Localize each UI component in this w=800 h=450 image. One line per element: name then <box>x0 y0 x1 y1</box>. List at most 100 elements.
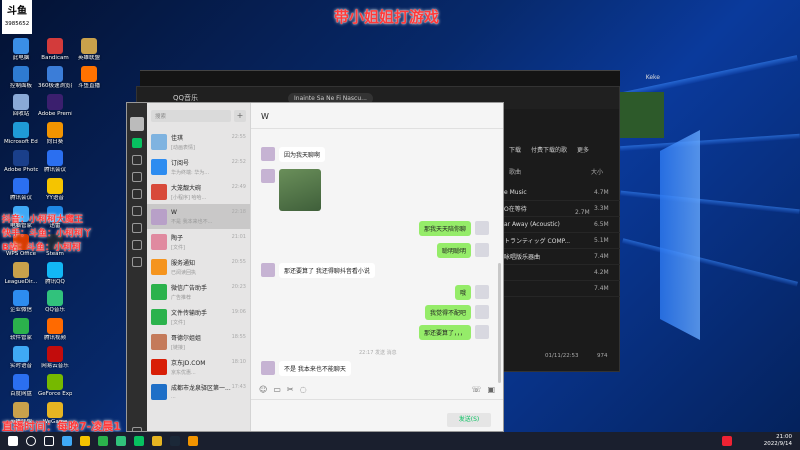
desktop-icon[interactable]: 360极速浏览器 <box>38 66 72 89</box>
sender-avatar[interactable] <box>261 169 275 183</box>
sender-avatar[interactable] <box>475 243 489 257</box>
song-row[interactable]: 7.4M <box>500 281 620 297</box>
chat-message[interactable]: 不是 我本来也不能聊天 <box>261 361 351 376</box>
desktop-icon[interactable]: YY语音 <box>38 178 72 201</box>
contact-item[interactable]: W 不是 我本来也不... 22:18 <box>147 204 250 229</box>
message-input[interactable]: 发送(S) <box>251 399 503 431</box>
contact-item[interactable]: 陶子 [文件] 21:01 <box>147 229 250 254</box>
desktop-icon[interactable]: 实时语音 <box>4 346 38 369</box>
taskbar-app-icon[interactable] <box>62 436 72 446</box>
task-view-icon[interactable] <box>44 436 54 446</box>
desktop-icon[interactable]: 此电脑 <box>4 38 38 61</box>
song-row[interactable]: ar Away (Acoustic) 6.5M <box>500 217 620 233</box>
ime-indicator[interactable] <box>722 436 732 446</box>
contact-item[interactable]: 大笼靓大碗 [小程序] 哈哈... 22:49 <box>147 179 250 204</box>
music-menu-item[interactable]: 付费下载的歌 <box>531 145 567 154</box>
desktop-icon[interactable]: Bandicam <box>38 38 72 61</box>
favorites-icon[interactable] <box>132 172 142 182</box>
desktop-icon[interactable]: 腾讯会议 <box>38 150 72 173</box>
song-row[interactable]: e Music 4.7M <box>500 185 620 201</box>
desktop-icon[interactable]: 腾讯会议 <box>4 178 38 201</box>
music-song-list[interactable]: e Music 4.7M O在等待 3.3M ar Away (Acoustic) 6.5… <box>500 185 620 297</box>
search-feature-icon[interactable] <box>132 257 142 267</box>
voice-call-icon[interactable]: ☏ <box>471 385 481 394</box>
desktop-icon[interactable]: 百度网盘 <box>4 374 38 397</box>
chat-message[interactable]: 那我天天陪你聊 <box>418 221 489 236</box>
desktop-icon[interactable]: Adobe Photosh... <box>4 150 38 173</box>
contact-item[interactable]: 服务通知 已阅读回执 20:55 <box>147 254 250 279</box>
desktop-icon[interactable]: 企业微信 <box>4 290 38 313</box>
image-message[interactable] <box>279 169 321 211</box>
song-row[interactable]: 咏唱版乐器曲 7.4M <box>500 249 620 265</box>
sender-avatar[interactable] <box>261 263 275 277</box>
files-icon[interactable] <box>132 189 142 199</box>
taskbar-app-icon[interactable] <box>170 436 180 446</box>
search-icon[interactable] <box>26 436 36 446</box>
music-player-topbar[interactable]: Keke <box>140 70 660 86</box>
send-button[interactable]: 发送(S) <box>447 413 491 427</box>
sender-avatar[interactable] <box>261 147 275 161</box>
desktop-icon[interactable]: 控制面板 <box>4 66 38 89</box>
user-avatar-icon[interactable] <box>130 117 144 131</box>
moments-icon[interactable] <box>132 206 142 216</box>
chat-history-icon[interactable]: ◌ <box>300 385 307 394</box>
music-user-name[interactable]: Keke <box>646 74 660 81</box>
contact-item[interactable]: 订阅号 华为终端: 华为... 22:52 <box>147 154 250 179</box>
chat-message[interactable]: 我觉得不配吧 <box>424 305 489 320</box>
contact-item[interactable]: 哥德尔姐姐 [链接] 18:55 <box>147 329 250 354</box>
chat-message[interactable]: 那还要算了，，， <box>418 325 489 340</box>
wechat-window[interactable]: 搜索 + 佳琪 [动画表情] 22:55 订阅号 华为终端: 华为... 22:52 大笼靓… <box>126 102 504 450</box>
chat-message[interactable]: 因为我天聊啊 <box>261 147 326 162</box>
desktop-icon[interactable]: 斗鱼直播 <box>72 66 106 89</box>
emoji-icon[interactable]: ☺ <box>259 385 267 394</box>
chat-message[interactable]: 聪明聪明 <box>436 243 489 258</box>
song-row[interactable]: 4.2M <box>500 265 620 281</box>
contact-item[interactable]: 微信广告助手 广告推荐 20:23 <box>147 279 250 304</box>
desktop-icon[interactable]: 向日葵 <box>38 122 72 145</box>
video-call-icon[interactable]: ▣ <box>487 385 495 394</box>
desktop-icon[interactable]: Adobe Premie... <box>38 94 72 117</box>
start-icon[interactable] <box>8 436 18 446</box>
music-menu-item[interactable]: 下载 <box>509 145 521 154</box>
music-menu-item[interactable]: 更多 <box>577 145 589 154</box>
sender-avatar[interactable] <box>261 361 275 375</box>
taskbar-app-icon[interactable] <box>152 436 162 446</box>
desktop-icon[interactable]: 腾讯QQ <box>38 262 72 285</box>
desktop-icon[interactable]: QQ音乐 <box>38 290 72 313</box>
mini-program-icon[interactable] <box>132 223 142 233</box>
contact-item[interactable]: 京东JD.COM 京东优惠... 18:10 <box>147 354 250 379</box>
desktop-icon[interactable]: 回收站 <box>4 94 38 117</box>
desktop-icon[interactable]: 网易云音乐 <box>38 346 72 369</box>
taskbar-app-icon[interactable] <box>98 436 108 446</box>
desktop-icon[interactable]: 英雄联盟 <box>72 38 106 61</box>
sender-avatar[interactable] <box>475 221 489 235</box>
contacts-icon[interactable] <box>132 155 142 165</box>
taskbar-app-icon[interactable] <box>134 436 144 446</box>
sender-avatar[interactable] <box>475 285 489 299</box>
sender-avatar[interactable] <box>475 305 489 319</box>
taskbar-app-icon[interactable] <box>188 436 198 446</box>
song-row[interactable]: O在等待 3.3M <box>500 201 620 217</box>
sender-avatar[interactable] <box>475 325 489 339</box>
chat-scrollbar[interactable] <box>498 263 501 383</box>
chat-message[interactable] <box>261 169 321 211</box>
scissors-icon[interactable]: ✂ <box>287 385 294 394</box>
contact-item[interactable]: 成都市龙泉驿区第一...... 17:43 <box>147 379 250 404</box>
taskbar-app-icon[interactable] <box>80 436 90 446</box>
channels-icon[interactable] <box>132 240 142 250</box>
song-row[interactable]: トランティッグ COMP... 5.1M <box>500 233 620 249</box>
chat-message[interactable]: 哦 <box>454 285 489 300</box>
chat-message[interactable]: 那还要算了 我还得聊抖音看小说 <box>261 263 375 278</box>
add-chat-button[interactable]: + <box>234 110 246 122</box>
desktop-icon[interactable]: Microsoft Edge <box>4 122 38 145</box>
desktop-icon[interactable]: 腾讯视频 <box>38 318 72 341</box>
taskbar-app-icon[interactable] <box>116 436 126 446</box>
desktop-icon[interactable]: 软件管家 <box>4 318 38 341</box>
clock[interactable]: 21:00 2022/9/14 <box>764 434 792 448</box>
search-input[interactable]: 搜索 <box>151 110 231 122</box>
chat-icon[interactable] <box>132 138 142 148</box>
contact-item[interactable]: 文件传输助手 [文件] 19:06 <box>147 304 250 329</box>
contact-item[interactable]: 佳琪 [动画表情] 22:55 <box>147 129 250 154</box>
desktop-icon[interactable]: LeagueDir... <box>4 262 38 285</box>
folder-icon[interactable]: ▭ <box>273 385 281 394</box>
